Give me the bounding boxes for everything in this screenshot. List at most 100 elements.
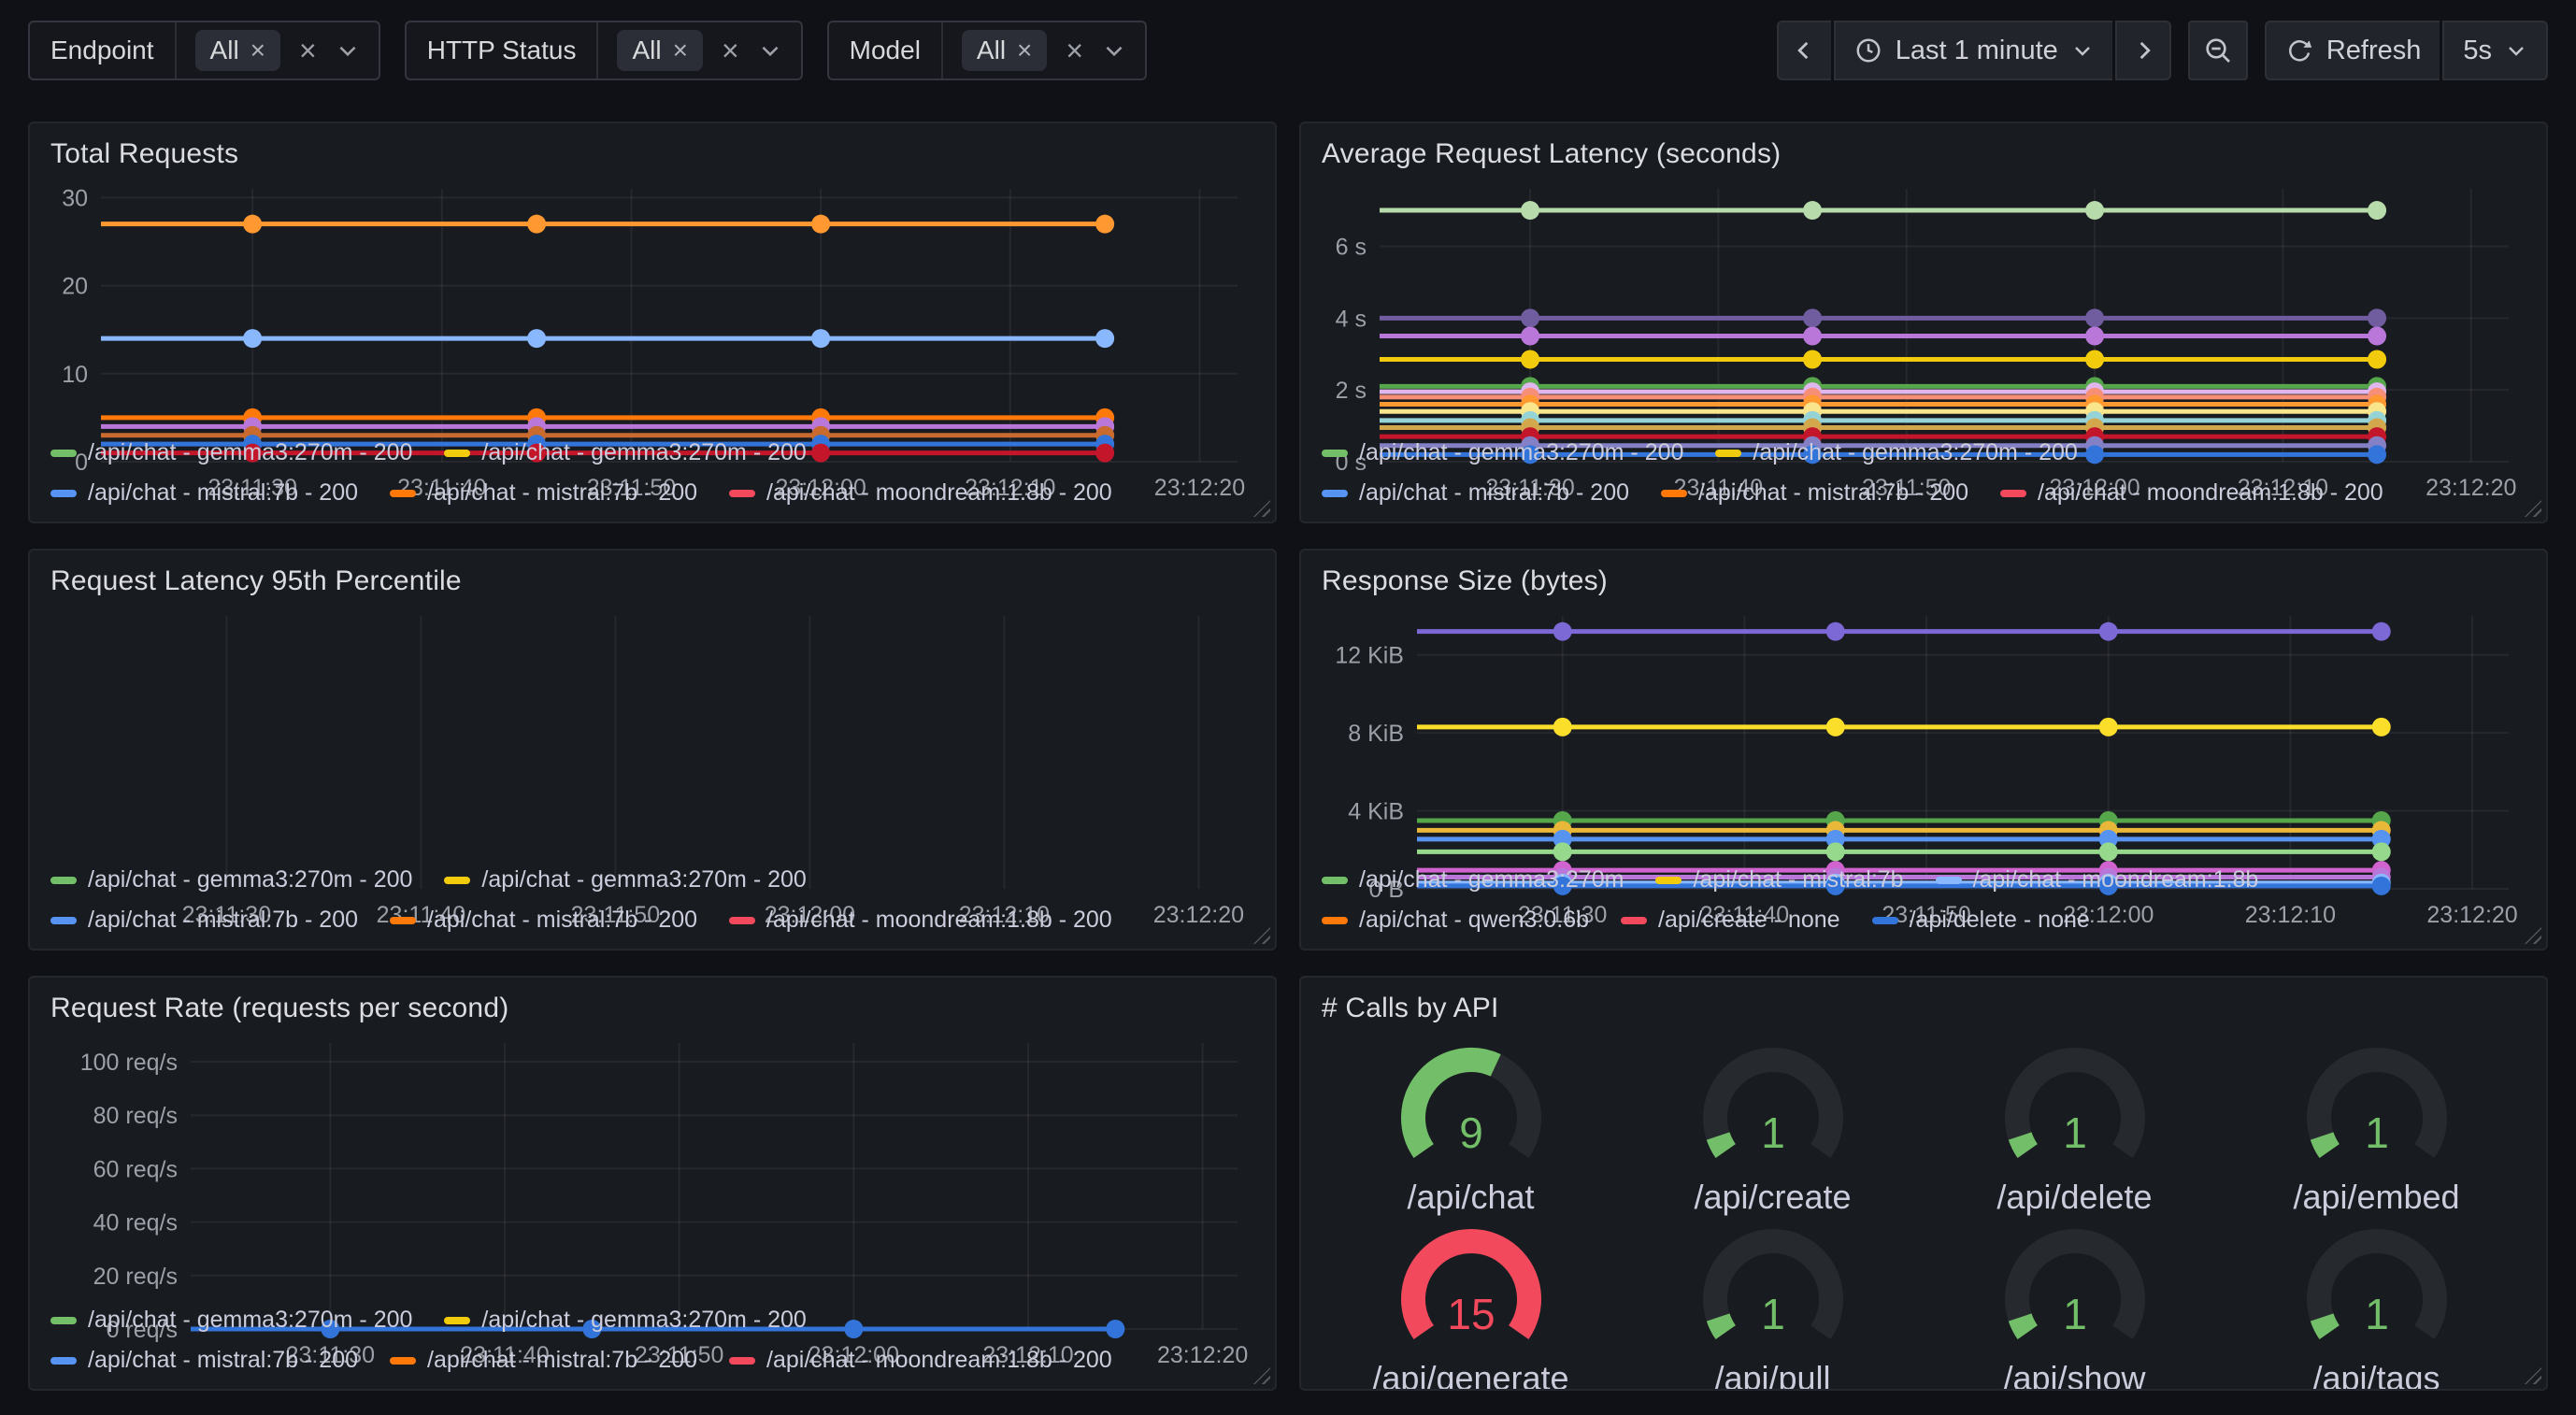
- chart-total-requests[interactable]: 23:11:3023:11:4023:11:5023:12:0023:12:10…: [30, 176, 1275, 424]
- gauge-arc: 1: [2269, 1217, 2484, 1357]
- chart-average-request-latency[interactable]: 23:11:3023:11:4023:11:5023:12:0023:12:10…: [1301, 176, 2546, 424]
- chart-response-size[interactable]: 23:11:3023:11:4023:11:5023:12:0023:12:10…: [1301, 603, 2546, 851]
- legend-item[interactable]: /api/chat - mistral:7b - 200: [390, 907, 697, 934]
- legend-item[interactable]: /api/chat - gemma3:270m - 200: [1715, 439, 2077, 466]
- legend-item[interactable]: /api/chat - moondream:1.8b - 200: [729, 1347, 1112, 1374]
- clear-filter-icon[interactable]: ×: [1066, 36, 1083, 65]
- refresh-button[interactable]: Refresh: [2265, 21, 2440, 80]
- panel-title[interactable]: Response Size (bytes): [1301, 550, 2546, 603]
- time-range-picker-button[interactable]: Last 1 minute: [1834, 21, 2112, 80]
- legend-item[interactable]: /api/chat - mistral:7b - 200: [50, 907, 358, 934]
- legend-row: /api/chat - mistral:7b - 200/api/chat - …: [1322, 479, 2526, 507]
- legend-item[interactable]: /api/chat - moondream:1.8b - 200: [729, 479, 1112, 507]
- chevron-down-icon[interactable]: [758, 38, 782, 63]
- legend-item[interactable]: /api/chat - mistral:7b - 200: [390, 1347, 697, 1374]
- legend-item[interactable]: /api/chat - moondream:1.8b: [1936, 866, 2259, 893]
- gauge-grid: 9/api/chat1/api/create1/api/delete1/api/…: [1301, 1030, 2546, 1391]
- panel-title[interactable]: Request Latency 95th Percentile: [30, 550, 1275, 603]
- legend-row: /api/chat - mistral:7b - 200/api/chat - …: [50, 1347, 1254, 1374]
- panel-title[interactable]: # Calls by API: [1301, 978, 2546, 1030]
- chevron-down-icon: [2071, 39, 2094, 62]
- legend-item[interactable]: /api/chat - mistral:7b - 200: [50, 1347, 358, 1374]
- gauge-arc: 1: [1666, 1036, 1881, 1176]
- legend-item[interactable]: /api/chat - mistral:7b - 200: [50, 479, 358, 507]
- svg-text:1: 1: [1761, 1108, 1785, 1157]
- chevron-down-icon[interactable]: [1102, 38, 1126, 63]
- legend-label: /api/chat - mistral:7b - 200: [88, 907, 358, 934]
- refresh-interval-dropdown[interactable]: 5s: [2442, 21, 2548, 80]
- filter-endpoint-value[interactable]: All× ×: [177, 22, 379, 79]
- legend-marker-icon: [50, 877, 77, 884]
- legend-item[interactable]: /api/chat - gemma3:270m: [1322, 866, 1624, 893]
- legend-item[interactable]: /api/chat - mistral:7b: [1655, 866, 1903, 893]
- legend-marker-icon: [390, 490, 416, 497]
- legend-item[interactable]: /api/chat - moondream:1.8b - 200: [2000, 479, 2383, 507]
- legend-row: /api/chat - qwen3:0.6b/api/create - none…: [1322, 907, 2526, 934]
- legend-item[interactable]: /api/chat - mistral:7b - 200: [390, 479, 697, 507]
- legend-row: /api/chat - gemma3:270m - 200/api/chat -…: [50, 439, 1254, 466]
- legend-label: /api/chat - gemma3:270m - 200: [481, 866, 806, 893]
- legend-item[interactable]: /api/chat - mistral:7b - 200: [1661, 479, 1968, 507]
- legend-marker-icon: [50, 917, 77, 924]
- filter-model-value[interactable]: All × ×: [943, 22, 1145, 79]
- legend-item[interactable]: /api/chat - gemma3:270m - 200: [50, 439, 412, 466]
- panel-title[interactable]: Request Rate (requests per second): [30, 978, 1275, 1030]
- legend-item[interactable]: /api/chat - gemma3:270m - 200: [444, 866, 806, 893]
- remove-value-icon[interactable]: ×: [250, 37, 265, 64]
- legend-marker-icon: [2000, 490, 2026, 497]
- legend-item[interactable]: /api/chat - mistral:7b - 200: [1322, 479, 1629, 507]
- legend-item[interactable]: /api/create - none: [1621, 907, 1840, 934]
- legend-label: /api/chat - gemma3:270m: [1359, 866, 1624, 893]
- refresh-group: Refresh 5s: [2265, 21, 2548, 80]
- time-shift-forward-button[interactable]: [2115, 21, 2171, 80]
- remove-value-icon[interactable]: ×: [673, 37, 688, 64]
- filter-http-status-value[interactable]: All× ×: [598, 22, 800, 79]
- legend-marker-icon: [1322, 877, 1348, 884]
- gauge-/api/pull: 1/api/pull: [1622, 1217, 1924, 1391]
- legend-label: /api/chat - mistral:7b - 200: [427, 479, 697, 507]
- panel-title[interactable]: Total Requests: [30, 123, 1275, 176]
- clear-filter-icon[interactable]: ×: [299, 36, 317, 65]
- legend-item[interactable]: /api/delete - none: [1872, 907, 2090, 934]
- legend-marker-icon: [444, 450, 470, 457]
- time-range-label: Last 1 minute: [1896, 36, 2058, 66]
- legend-item[interactable]: /api/chat - gemma3:270m - 200: [50, 1307, 412, 1334]
- time-shift-back-button[interactable]: [1777, 21, 1831, 80]
- svg-text:4 KiB: 4 KiB: [1348, 799, 1404, 825]
- clear-filter-icon[interactable]: ×: [722, 36, 739, 65]
- svg-text:1: 1: [2365, 1108, 2389, 1157]
- filter-model-pill[interactable]: All ×: [962, 30, 1047, 71]
- zoom-out-button[interactable]: [2188, 21, 2248, 80]
- legend-item[interactable]: /api/chat - gemma3:270m - 200: [444, 439, 806, 466]
- legend-item[interactable]: /api/chat - moondream:1.8b - 200: [729, 907, 1112, 934]
- svg-text:20 req/s: 20 req/s: [93, 1264, 178, 1290]
- remove-value-icon[interactable]: ×: [1017, 37, 1032, 64]
- legend-label: /api/chat - moondream:1.8b - 200: [766, 907, 1112, 934]
- panel-title[interactable]: Average Request Latency (seconds): [1301, 123, 2546, 176]
- refresh-icon: [2285, 36, 2313, 64]
- legend-item[interactable]: /api/chat - gemma3:270m - 200: [50, 866, 412, 893]
- filter-endpoint-pill[interactable]: All×: [195, 30, 280, 71]
- legend-label: /api/chat - gemma3:270m - 200: [481, 439, 806, 466]
- time-picker-group: Last 1 minute: [1777, 21, 2171, 80]
- filter-model-pill-text: All: [977, 36, 1006, 65]
- time-controls: Last 1 minute Refresh 5s: [1777, 21, 2548, 80]
- legend-label: /api/delete - none: [1910, 907, 2090, 934]
- legend-row: /api/chat - mistral:7b - 200/api/chat - …: [50, 907, 1254, 934]
- chevron-down-icon[interactable]: [336, 38, 360, 63]
- svg-text:8 KiB: 8 KiB: [1348, 721, 1404, 747]
- legend-label: /api/chat - mistral:7b - 200: [1698, 479, 1968, 507]
- svg-text:15: 15: [1447, 1290, 1495, 1338]
- legend-item[interactable]: /api/chat - gemma3:270m - 200: [444, 1307, 806, 1334]
- svg-text:40 req/s: 40 req/s: [93, 1210, 178, 1236]
- legend-item[interactable]: /api/chat - gemma3:270m - 200: [1322, 439, 1683, 466]
- gauge-/api/generate: 15/api/generate: [1320, 1217, 1622, 1391]
- chart-request-rate[interactable]: 23:11:3023:11:4023:11:5023:12:0023:12:10…: [30, 1030, 1275, 1292]
- legend-item[interactable]: /api/chat - qwen3:0.6b: [1322, 907, 1589, 934]
- chart-request-latency-95th[interactable]: 23:11:3023:11:4023:11:5023:12:0023:12:10…: [30, 603, 1275, 851]
- filter-http-status-pill[interactable]: All×: [617, 30, 702, 71]
- legend-label: /api/chat - gemma3:270m - 200: [481, 1307, 806, 1334]
- legend-label: /api/chat - gemma3:270m - 200: [88, 439, 412, 466]
- toolbar: Endpoint All× × HTTP Status All× × Model: [0, 0, 2576, 80]
- zoom-out-icon: [2203, 36, 2233, 65]
